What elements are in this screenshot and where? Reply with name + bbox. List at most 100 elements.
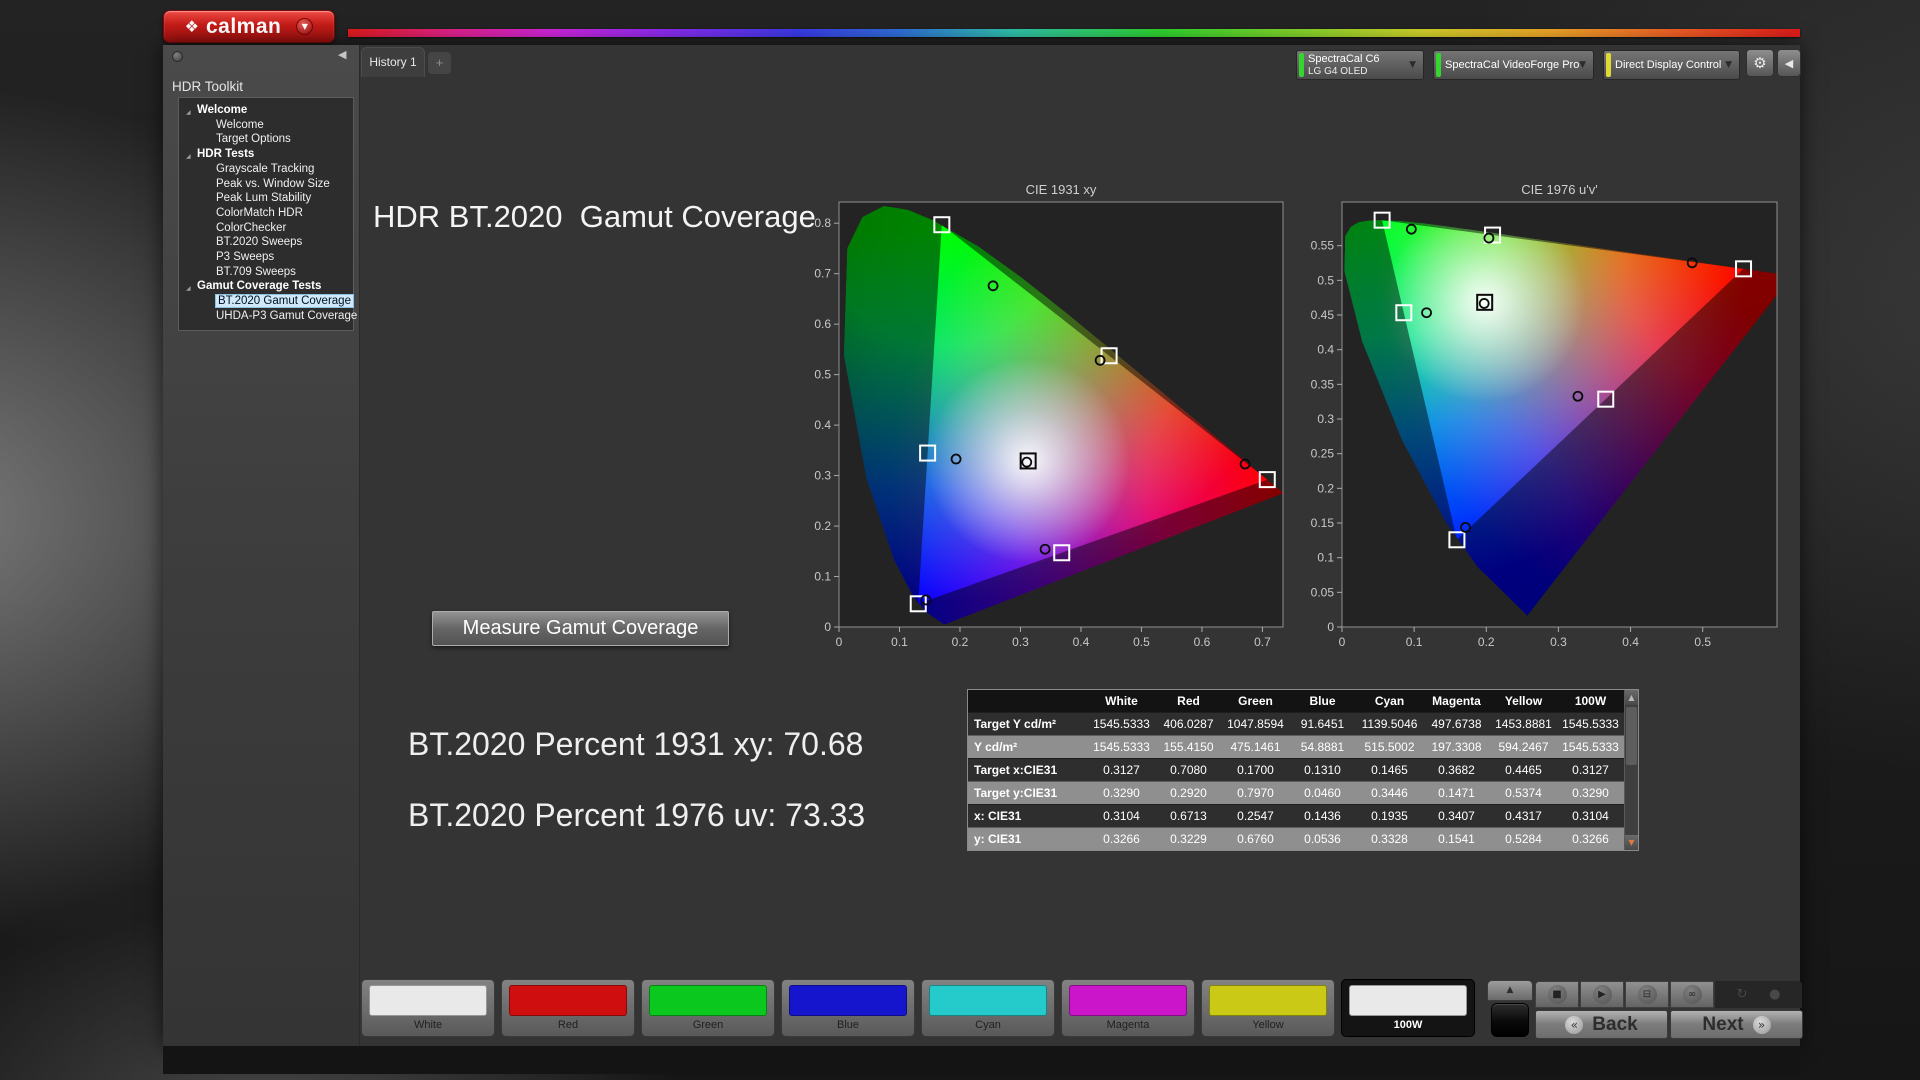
pattern-swatch-red[interactable]: Red — [501, 979, 635, 1037]
pattern-color — [369, 985, 487, 1016]
stop-button[interactable]: ■ — [1535, 981, 1579, 1008]
expander-icon: ◢ — [186, 109, 191, 116]
table-cell: 0.1700 — [1237, 763, 1274, 777]
table-cell: 0.3407 — [1438, 809, 1475, 823]
table-cell: 1545.5333 — [1093, 717, 1150, 731]
table-cell: 0.3104 — [1572, 809, 1609, 823]
sidebar-item-bt-709-sweeps[interactable]: BT.709 Sweeps — [179, 265, 353, 280]
sidebar-item-peak-lum-stability[interactable]: Peak Lum Stability — [179, 191, 353, 206]
sidebar-item-bt-2020-sweeps[interactable]: BT.2020 Sweeps — [179, 235, 353, 250]
pattern-swatch-cyan[interactable]: Cyan — [921, 979, 1055, 1037]
measure-gamut-coverage-button[interactable]: Measure Gamut Coverage — [432, 611, 729, 646]
svg-text:0.55: 0.55 — [1311, 239, 1335, 253]
menu-item-label: P3 Sweeps — [216, 251, 275, 264]
menu-item-label: Peak vs. Window Size — [216, 177, 330, 190]
pattern-label: Green — [692, 1019, 724, 1031]
table-cell: 54.8881 — [1300, 740, 1345, 754]
transport-button-row: ■ ▶ ⊟ ∞ — [1535, 981, 1715, 1008]
menu-item-label: BT.2020 Gamut Coverage — [215, 294, 354, 309]
svg-text:0.1: 0.1 — [1317, 551, 1334, 565]
sidebar-item-colormatch-hdr[interactable]: ColorMatch HDR — [179, 206, 353, 221]
menu-item-label: ColorMatch HDR — [216, 206, 303, 219]
sidebar-item-grayscale-tracking[interactable]: Grayscale Tracking — [179, 162, 353, 177]
table-cell: 0.4317 — [1505, 809, 1542, 823]
refresh-icon[interactable]: ↻ — [1737, 987, 1748, 1002]
menu-group-hdr-tests[interactable]: ◢ HDR Tests — [179, 147, 353, 162]
table-scrollbar[interactable]: ▲ ▼ — [1624, 690, 1638, 850]
next-button[interactable]: Next » — [1670, 1010, 1803, 1039]
pattern-swatch-blue[interactable]: Blue — [781, 979, 915, 1037]
device-label: Direct Display Control — [1615, 58, 1722, 71]
sidebar-collapse-icon[interactable]: ◀ — [338, 48, 346, 61]
calman-logo-menu-button[interactable]: ❖ calman ▼ — [163, 10, 335, 43]
table-cell: 1453.8881 — [1495, 717, 1552, 731]
calman-logo-text: calman — [205, 14, 282, 38]
pattern-panel-up-button[interactable]: ▲ — [1487, 980, 1533, 1001]
workflow-menu: ◢ Welcome Welcome Target Options ◢ HDR Tests G… — [178, 97, 357, 331]
device-dropdown-spectracal-c6[interactable]: SpectraCal C6 LG G4 OLED ▼ — [1296, 50, 1424, 80]
svg-text:0.7: 0.7 — [814, 267, 831, 281]
table-cell: 0.3328 — [1371, 832, 1408, 846]
scrollbar-thumb[interactable] — [1626, 707, 1637, 765]
pattern-swatch-100w[interactable]: 100W — [1341, 979, 1475, 1037]
device-dropdown-direct-display-control[interactable]: Direct Display Control ▼ — [1603, 50, 1740, 80]
loop-icon: ∞ — [1682, 985, 1702, 1004]
add-tab-button[interactable]: + — [428, 52, 451, 74]
record-icon[interactable]: ● — [1769, 987, 1780, 1002]
table-cell: 0.3229 — [1170, 832, 1207, 846]
scroll-down-icon[interactable]: ▼ — [1625, 835, 1638, 850]
sidebar-item-peak-vs-window-size[interactable]: Peak vs. Window Size — [179, 177, 353, 192]
back-button[interactable]: « Back — [1535, 1010, 1668, 1039]
device-text: SpectraCal VideoForge Pro — [1445, 59, 1579, 72]
pattern-color — [509, 985, 627, 1016]
table-cell: 0.3266 — [1103, 832, 1140, 846]
pattern-window-button[interactable]: ⊟ — [1625, 981, 1669, 1008]
menu-group-label: Welcome — [197, 104, 248, 116]
stop-icon: ■ — [1547, 985, 1567, 1004]
menu-item-label: Grayscale Tracking — [216, 162, 315, 175]
sidebar-item-target-options[interactable]: Target Options — [179, 132, 353, 147]
svg-text:0: 0 — [1327, 620, 1334, 634]
cie-1976-chart: CIE 1976 u'v' 0 0.1 0.2 0.3 0.4 0.5 0 0.05 0.1 0.… — [1300, 182, 1789, 657]
svg-text:0.1: 0.1 — [1406, 635, 1423, 649]
logo-dropdown-button[interactable]: ▼ — [296, 18, 314, 35]
tab-history-1[interactable]: History 1 — [361, 47, 425, 77]
sidebar-item-welcome[interactable]: Welcome — [179, 118, 353, 133]
next-label: Next — [1702, 1013, 1744, 1035]
pattern-color — [1209, 985, 1327, 1016]
settings-gear-button[interactable]: ⚙ — [1746, 49, 1774, 77]
play-button[interactable]: ▶ — [1580, 981, 1624, 1008]
table-row: Target Y cd/m² 1545.5333 406.0287 1047.8594… — [968, 712, 1624, 735]
table-row: Target x:CIE31 0.3127 0.7080 0.1700 0.1310 0.… — [968, 758, 1624, 781]
loop-button[interactable]: ∞ — [1670, 981, 1714, 1008]
scroll-up-icon[interactable]: ▲ — [1625, 690, 1638, 705]
menu-group-gamut-coverage-tests[interactable]: ◢ Gamut Coverage Tests — [179, 279, 353, 294]
pattern-swatch-yellow[interactable]: Yellow — [1201, 979, 1335, 1037]
chart-title-1976: CIE 1976 u'v' — [1521, 182, 1598, 197]
sidebar-item-p3-sweeps[interactable]: P3 Sweeps — [179, 250, 353, 265]
menu-group-welcome[interactable]: ◢ Welcome — [179, 103, 353, 118]
svg-text:0.15: 0.15 — [1311, 516, 1335, 530]
svg-text:0: 0 — [1339, 635, 1346, 649]
sidebar-item-colorchecker[interactable]: ColorChecker — [179, 221, 353, 236]
svg-text:0.5: 0.5 — [814, 368, 831, 382]
pattern-label: 100W — [1393, 1019, 1423, 1031]
pattern-color — [1069, 985, 1187, 1016]
pattern-swatch-magenta[interactable]: Magenta — [1061, 979, 1195, 1037]
sidebar-item-uhda-p3-gamut-coverage[interactable]: UHDA-P3 Gamut Coverage — [179, 309, 357, 324]
pattern-preview-toggle[interactable] — [1491, 1003, 1529, 1037]
sidebar-handle-dot[interactable] — [172, 51, 183, 62]
pattern-color — [649, 985, 767, 1016]
right-panel-collapse-button[interactable]: ◀ — [1777, 49, 1801, 77]
table-cell: 1545.5333 — [1562, 740, 1619, 754]
pattern-swatch-green[interactable]: Green — [641, 979, 775, 1037]
table-cell: 0.3127 — [1572, 763, 1609, 777]
pattern-label: Red — [557, 1019, 579, 1031]
table-cell: 515.5002 — [1364, 740, 1415, 754]
table-cell: 497.6738 — [1431, 717, 1482, 731]
pattern-swatch-row: White Red Green Blue Cyan Magenta Yellow 100W — [361, 979, 1475, 1037]
sidebar-item-bt-2020-gamut-coverage[interactable]: BT.2020 Gamut Coverage — [179, 294, 354, 309]
svg-text:0.4: 0.4 — [1622, 635, 1639, 649]
device-dropdown-spectracal-videoforge-pro[interactable]: SpectraCal VideoForge Pro ▼ — [1433, 50, 1594, 80]
pattern-swatch-white[interactable]: White — [361, 979, 495, 1037]
